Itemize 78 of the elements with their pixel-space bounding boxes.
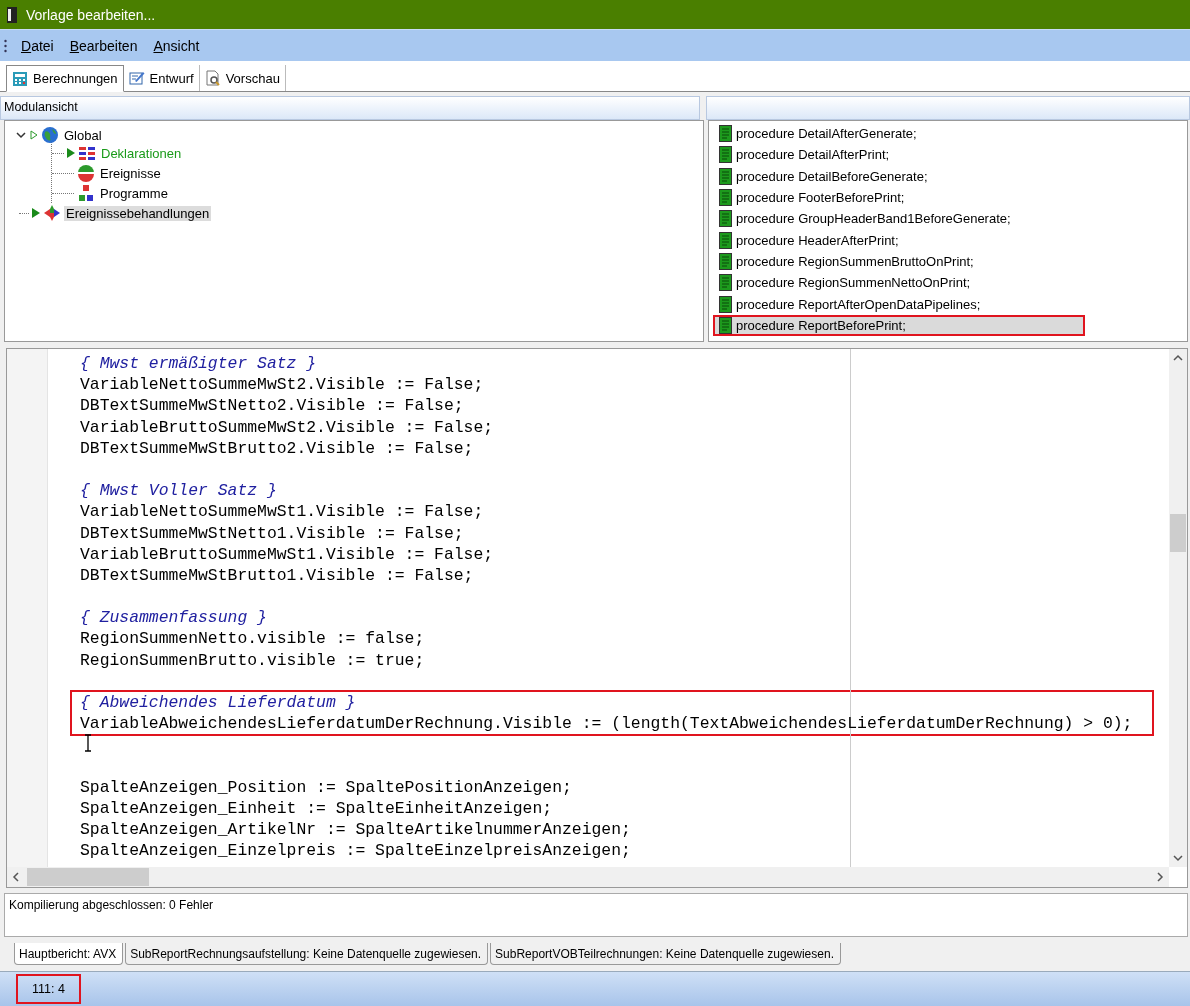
- chevron-down-icon[interactable]: [15, 129, 27, 141]
- code-line: DBTextSummeMwStNetto1.Visible := False;: [80, 522, 465, 544]
- pane-title: Modulansicht: [0, 96, 700, 120]
- procedure-item[interactable]: procedure DetailBeforeGenerate;: [717, 165, 1077, 187]
- procedure-item[interactable]: procedure DetailAfterGenerate;: [717, 123, 1077, 145]
- procedure-item[interactable]: procedure ReportAfterOpenDataPipelines;: [717, 293, 1077, 315]
- tree-item[interactable]: Programme: [98, 185, 170, 201]
- procedure-item[interactable]: procedure ReportBeforePrint;: [713, 314, 1085, 336]
- code-line: VariableAbweichendesLieferdatumDerRechnung.Visible := (length(TextAbweichendesLieferdatumDerRechnung) > 0);: [80, 713, 1134, 735]
- code-line: DBTextSummeMwStBrutto2.Visible := False;: [80, 437, 475, 459]
- arrow-right-icon[interactable]: [1155, 872, 1165, 882]
- code-line: RegionSummenBrutto.visible := true;: [80, 649, 426, 671]
- menu-item[interactable]: Ansicht: [151, 37, 202, 54]
- grip-icon: [4, 37, 7, 54]
- code-line: DBTextSummeMwStNetto2.Visible := False;: [80, 395, 465, 417]
- code-comment: { Zusammenfassung }: [80, 607, 268, 629]
- scroll-thumb[interactable]: [1170, 514, 1186, 552]
- code-comment: { Abweichendes Lieferdatum }: [80, 692, 357, 714]
- page-icon: [719, 252, 732, 270]
- page-icon: [719, 295, 732, 313]
- triangle-icon: [32, 208, 40, 218]
- page-icon: [719, 167, 732, 185]
- horizontal-scrollbar[interactable]: [7, 867, 1169, 887]
- code-line: SpalteAnzeigen_ArtikelNr := SpalteArtikelnummerAnzeigen;: [80, 819, 632, 841]
- tree-item[interactable]: Deklarationen: [99, 145, 184, 161]
- report-tab[interactable]: SubReportRechnungsaufstellung: Keine Datenquelle zugewiesen.: [125, 943, 489, 965]
- code-line: VariableBruttoSummeMwSt2.Visible := False;: [80, 416, 495, 438]
- page-icon: [719, 316, 732, 334]
- page-icon: [719, 231, 732, 249]
- procedure-item[interactable]: procedure HeaderAfterPrint;: [717, 229, 1077, 251]
- scroll-thumb[interactable]: [27, 868, 149, 886]
- text-cursor-icon: [84, 734, 92, 753]
- app-icon: [6, 5, 18, 24]
- tab[interactable]: Berechnungen: [6, 65, 124, 92]
- globe-icon: [41, 126, 59, 144]
- code-line: VariableNettoSummeMwSt1.Visible := False;: [80, 501, 485, 523]
- message-text: Kompilierung abgeschlossen: 0 Fehler: [9, 898, 215, 912]
- code-line: SpalteAnzeigen_Position := SpaltePositionAnzeigen;: [80, 776, 573, 798]
- magnifier-icon: [204, 70, 221, 86]
- procedure-item[interactable]: procedure DetailAfterPrint;: [717, 144, 1077, 166]
- page-icon: [719, 210, 732, 228]
- pencil-icon: [128, 70, 145, 86]
- report-tab[interactable]: Hauptbericht: AVX: [14, 943, 124, 965]
- code-comment: { Mwst Voller Satz }: [80, 480, 278, 502]
- menu-item[interactable]: Datei: [19, 37, 56, 54]
- code-line: RegionSummenNetto.visible := false;: [80, 628, 426, 650]
- code-comment: { Mwst ermäßigter Satz }: [80, 353, 318, 375]
- report-tab[interactable]: SubReportVOBTeilrechnungen: Keine Datenquelle zugewiesen.: [490, 943, 841, 965]
- triangle-icon: [67, 148, 75, 158]
- procedure-item[interactable]: procedure RegionSummenNettoOnPrint;: [717, 272, 1077, 294]
- page-icon: [719, 189, 732, 207]
- page-icon: [719, 146, 732, 164]
- page-icon: [719, 274, 732, 292]
- tree-item[interactable]: Global: [62, 127, 104, 143]
- cursor-position: 111: 4: [16, 974, 81, 1004]
- outline-triangle-icon: [30, 130, 38, 140]
- code-line: SpalteAnzeigen_Einheit := SpalteEinheitAnzeigen;: [80, 797, 554, 820]
- arrow-down-icon[interactable]: [1173, 853, 1183, 863]
- half-circle-icon: [77, 164, 95, 182]
- menu-item[interactable]: Bearbeiten: [67, 37, 140, 54]
- code-line: DBTextSummeMwStBrutto1.Visible := False;: [80, 564, 475, 587]
- code-line: SpalteAnzeigen_Einzelpreis := SpalteEinzelpreisAnzeigen;: [80, 840, 632, 862]
- tree-item[interactable]: Ereignissebehandlungen: [64, 205, 212, 221]
- page-icon: [719, 125, 732, 143]
- arrow-up-icon[interactable]: [1173, 353, 1183, 363]
- vertical-scrollbar[interactable]: [1169, 349, 1187, 867]
- window-title: Vorlage bearbeiten...: [26, 6, 156, 23]
- grid-icon: [78, 144, 96, 162]
- code-line: VariableNettoSummeMwSt2.Visible := False;: [80, 374, 485, 396]
- calculator-icon: [12, 70, 28, 87]
- diamond-arrows-icon: [43, 204, 61, 222]
- blocks-icon: [77, 184, 95, 202]
- code-line: VariableBruttoSummeMwSt1.Visible := False;: [80, 543, 495, 565]
- tree-item[interactable]: Ereignisse: [98, 165, 163, 181]
- procedure-item[interactable]: procedure FooterBeforePrint;: [717, 186, 1077, 209]
- arrow-left-icon[interactable]: [11, 872, 21, 882]
- procedure-item[interactable]: procedure RegionSummenBruttoOnPrint;: [717, 250, 1077, 273]
- procedure-item[interactable]: procedure GroupHeaderBand1BeforeGenerate;: [717, 208, 1077, 230]
